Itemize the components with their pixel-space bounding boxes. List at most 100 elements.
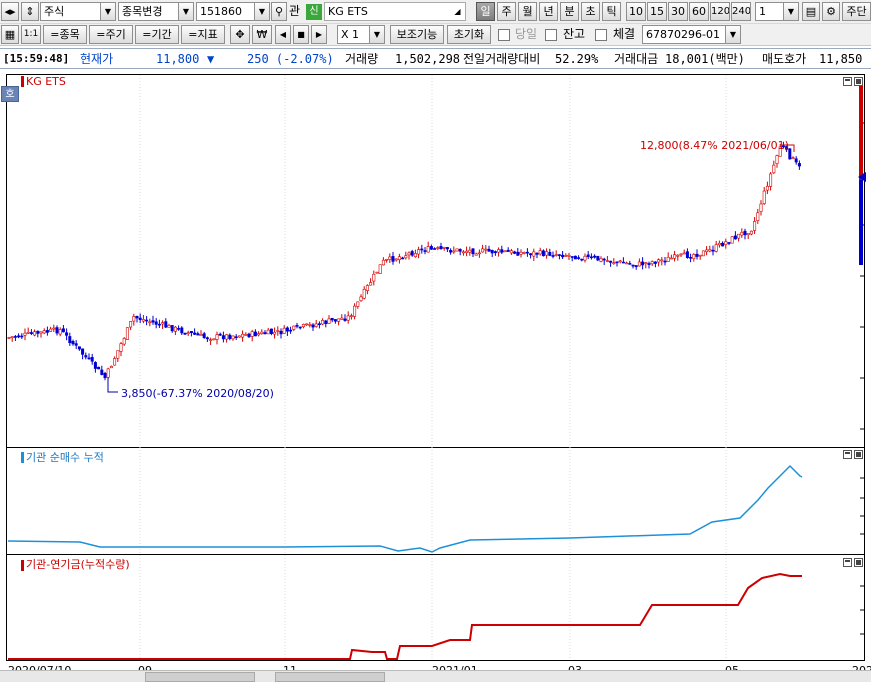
candle-body <box>29 332 33 334</box>
minute-30-button[interactable]: 30 <box>668 2 688 21</box>
candle-body <box>698 254 702 257</box>
nav-arrows-button[interactable]: ◂▸ <box>1 2 19 21</box>
candle-body <box>106 368 110 378</box>
reset-button[interactable]: 초기화 <box>447 25 491 44</box>
volume-value: 1,502,298 <box>395 52 461 66</box>
price-pane-maximize-icon[interactable] <box>854 77 863 86</box>
minute-240-button[interactable]: 240 <box>731 2 751 21</box>
candle-body <box>39 331 43 334</box>
chart-canvas[interactable]: 2020/07/10 09 11 2021/01 03 05 2021 12,8… <box>0 70 871 682</box>
pension-pane-minimize-icon[interactable] <box>843 558 852 567</box>
count-select[interactable]: 1 ▼ <box>755 2 799 21</box>
chevron-down-icon: ▼ <box>100 3 115 20</box>
candle-body <box>154 321 158 325</box>
candle-body <box>109 366 113 369</box>
balance-checkbox[interactable] <box>545 29 557 41</box>
candle-body <box>327 318 331 324</box>
scrollbar-thumb[interactable] <box>275 672 385 682</box>
candle-body <box>97 366 101 370</box>
next-icon[interactable]: ▶ <box>311 25 327 44</box>
market-select[interactable]: 주식 ▼ <box>40 2 116 21</box>
candle-body <box>557 254 561 256</box>
minute-10-button[interactable]: 10 <box>626 2 646 21</box>
period-minute-button[interactable]: 분 <box>560 2 579 21</box>
candle-body <box>621 261 625 264</box>
price-pane-minimize-icon[interactable] <box>843 77 852 86</box>
stock-code-input[interactable]: 151860 ▼ <box>196 2 270 21</box>
candle-body <box>372 273 376 282</box>
horizontal-scrollbar[interactable] <box>0 670 871 682</box>
minute-60-button[interactable]: 60 <box>689 2 709 21</box>
spin-button[interactable]: ⇕ <box>21 2 39 21</box>
candle-body <box>631 264 635 267</box>
candle-body <box>359 296 363 301</box>
link-period-button[interactable]: =기간 <box>135 25 179 44</box>
multiplier-select[interactable]: X 1 ▼ <box>337 25 385 44</box>
period-tick-button[interactable]: 틱 <box>602 2 621 21</box>
candle-body <box>17 335 21 338</box>
candle-body <box>295 325 299 327</box>
candle-body <box>420 248 424 251</box>
quote-side-button[interactable]: 호 <box>1 86 19 102</box>
candle-body <box>740 232 744 236</box>
candle-body <box>311 324 315 328</box>
candle-body <box>673 254 677 259</box>
candle-body <box>362 288 366 299</box>
minute-15-button[interactable]: 15 <box>647 2 667 21</box>
link-indicator-button[interactable]: =지표 <box>181 25 225 44</box>
candle-body <box>487 248 491 252</box>
candle-body <box>26 332 30 334</box>
candle-body <box>471 248 475 255</box>
change-stock-select[interactable]: 종목변경 ▼ <box>118 2 194 21</box>
weekly-tab-button[interactable]: 주단 <box>842 2 871 21</box>
candle-body <box>548 251 552 256</box>
minute-120-button[interactable]: 120 <box>710 2 730 21</box>
search-icon[interactable]: ⚲ <box>271 2 287 21</box>
period-year-button[interactable]: 년 <box>539 2 558 21</box>
fill-checkbox[interactable] <box>595 29 607 41</box>
candle-body <box>49 328 53 332</box>
candle-body <box>244 334 248 336</box>
one-to-one-button[interactable]: 1:1 <box>21 25 41 44</box>
move-icon[interactable]: ✥ <box>230 25 250 44</box>
candle-body <box>241 333 245 338</box>
buy-pressure-bar <box>859 180 863 265</box>
save-icon[interactable]: ▤ <box>802 2 820 21</box>
candle-body <box>615 261 619 264</box>
grid-icon[interactable]: ▦ <box>1 25 19 44</box>
candle-body <box>481 248 485 253</box>
prev-icon[interactable]: ◀ <box>275 25 291 44</box>
stop-icon[interactable]: ■ <box>293 25 309 44</box>
price-legend-swatch <box>21 76 24 87</box>
account-select[interactable]: 67870296-01 ▼ <box>642 25 741 44</box>
chart-background <box>0 70 871 682</box>
link-cycle-button[interactable]: =주기 <box>89 25 133 44</box>
stock-name-field[interactable]: KG ETS ◢ <box>324 2 466 21</box>
candle-body <box>225 334 229 340</box>
low-annotation: 3,850(-67.37% 2020/08/20) <box>121 387 274 400</box>
link-stock-button[interactable]: =종목 <box>43 25 87 44</box>
period-month-button[interactable]: 월 <box>518 2 537 21</box>
candle-body <box>714 244 718 252</box>
scrollbar-thumb[interactable] <box>145 672 255 682</box>
candle-body <box>532 251 536 257</box>
candle-body <box>170 325 174 332</box>
sell-pressure-bar <box>859 85 863 180</box>
inst-pane-maximize-icon[interactable] <box>854 450 863 459</box>
aux-function-button[interactable]: 보조기능 <box>390 25 444 44</box>
candle-body <box>541 250 545 257</box>
gear-icon[interactable]: ⚙ <box>822 2 840 21</box>
candle-body <box>573 255 577 260</box>
candle-body <box>324 320 328 324</box>
period-second-button[interactable]: 초 <box>581 2 600 21</box>
period-day-button[interactable]: 일 <box>476 2 495 21</box>
won-button[interactable]: ₩ <box>252 25 272 44</box>
today-checkbox[interactable] <box>498 29 510 41</box>
candle-body <box>74 343 78 346</box>
pension-pane-maximize-icon[interactable] <box>854 558 863 567</box>
candle-body <box>423 250 427 252</box>
candle-body <box>689 256 693 259</box>
period-week-button[interactable]: 주 <box>497 2 516 21</box>
candle-body <box>317 323 321 325</box>
inst-pane-minimize-icon[interactable] <box>843 450 852 459</box>
